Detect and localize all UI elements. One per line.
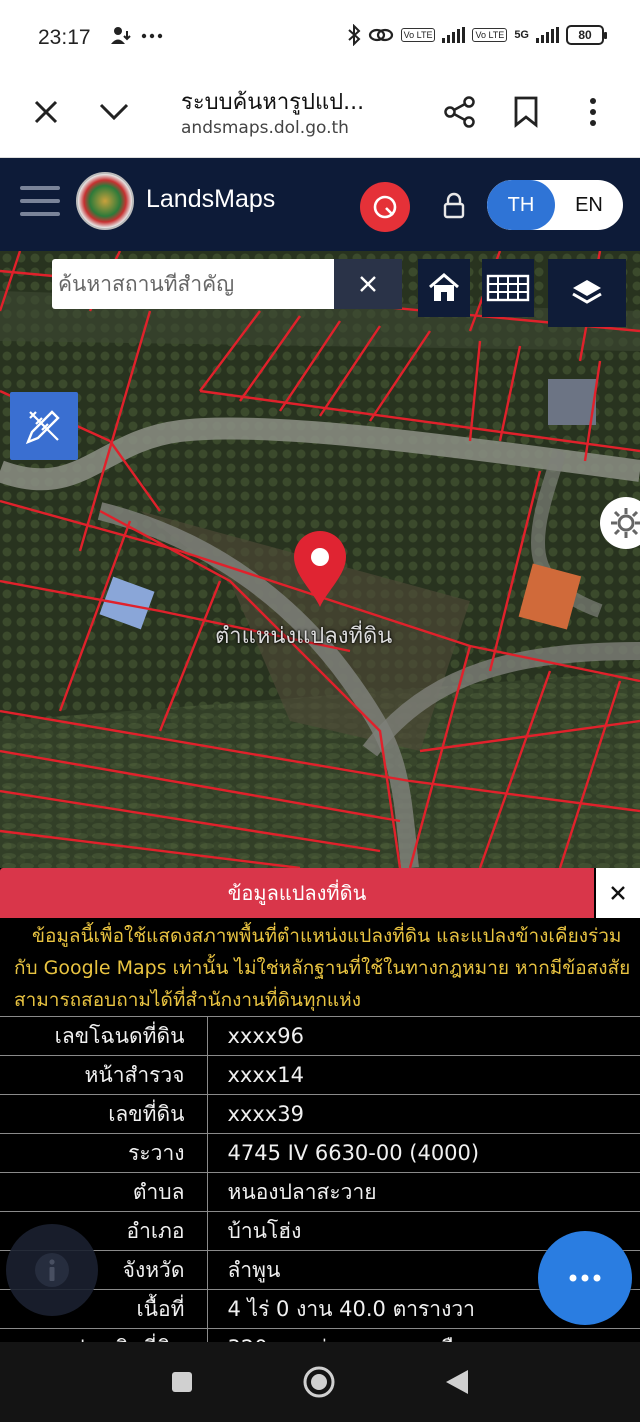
status-notification-icons — [108, 22, 164, 49]
search-button[interactable] — [360, 182, 410, 232]
more-dots-icon — [569, 1274, 601, 1282]
recent-apps-icon — [172, 1372, 192, 1392]
close-tab-button[interactable] — [26, 92, 66, 132]
home-view-button[interactable] — [418, 259, 470, 317]
lang-th-button[interactable]: TH — [487, 180, 555, 230]
link-icon — [368, 28, 393, 42]
info-row-label: ราคาประเมินที่ดิน — [0, 1328, 208, 1342]
network-type: 5G — [514, 29, 529, 41]
share-icon — [444, 96, 475, 128]
minimize-button[interactable] — [94, 92, 134, 132]
bookmark-button[interactable] — [506, 92, 546, 132]
info-icon — [35, 1253, 69, 1287]
place-search-box — [52, 259, 334, 309]
satellite-map[interactable]: ตำแหน่งแปลงที่ดิน — [0, 251, 640, 868]
kebab-menu-icon — [590, 98, 596, 126]
back-nav-button[interactable] — [437, 1362, 477, 1402]
info-row-value: 320 บาทต่อตารางวา หรือตารางเมตร — [207, 1328, 640, 1342]
info-row-value: หนองปลาสะวาย — [207, 1172, 640, 1212]
info-row: เลขที่ดิน xxxx39 — [0, 1094, 640, 1134]
layers-icon — [572, 280, 602, 304]
browser-page-title: ระบบค้นหารูปแป... — [181, 90, 365, 115]
share-button[interactable] — [440, 92, 480, 132]
info-row-label: หน้าสำรวจ — [0, 1055, 208, 1095]
panel-close-button[interactable] — [596, 868, 640, 918]
info-row: อำเภอ บ้านโฮ่ง — [0, 1211, 640, 1251]
info-row: เลขโฉนดที่ดิน xxxx96 — [0, 1016, 640, 1056]
search-icon — [373, 195, 397, 219]
info-row-label: ตำบล — [0, 1172, 208, 1212]
app-header: LandsMaps TH EN — [0, 158, 640, 251]
chevron-down-icon — [99, 103, 129, 121]
more-actions-fab[interactable] — [538, 1231, 632, 1325]
pencil-ruler-icon — [25, 410, 60, 445]
volte-badge-1: Vo LTE — [400, 28, 436, 42]
info-row-label: ระวาง — [0, 1133, 208, 1173]
close-icon — [611, 886, 625, 900]
info-button[interactable] — [6, 1224, 98, 1316]
more-dots-icon — [142, 33, 163, 38]
info-row: หน้าสำรวจ xxxx14 — [0, 1055, 640, 1095]
browser-url[interactable]: andsmaps.dol.go.th — [181, 118, 349, 138]
overflow-menu-button[interactable] — [573, 92, 613, 132]
volte-badge-2: Vo LTE — [472, 28, 508, 42]
brand-name: LandsMaps — [146, 185, 276, 213]
person-download-icon — [111, 26, 131, 44]
signal-icon — [442, 27, 466, 43]
info-row-label: เลขที่ดิน — [0, 1094, 208, 1134]
info-row-value: xxxx14 — [207, 1055, 640, 1095]
disclaimer-text: ข้อมูลนี้เพื่อใช้แสดงสภาพพื้นที่ตำแหน่งแ… — [0, 920, 640, 1016]
close-icon — [34, 100, 58, 124]
info-row-label: เลขโฉนดที่ดิน — [0, 1016, 208, 1056]
layers-button[interactable] — [548, 259, 626, 327]
language-toggle: TH EN — [487, 180, 623, 230]
panel-title: ข้อมูลแปลงที่ดิน — [0, 868, 594, 918]
browser-toolbar: ระบบค้นหารูปแป... andsmaps.dol.go.th — [0, 78, 640, 158]
draw-measure-button[interactable] — [10, 392, 78, 460]
clear-search-button[interactable] — [334, 259, 402, 309]
gear-icon — [611, 508, 640, 538]
info-row: ตำบล หนองปลาสะวาย — [0, 1172, 640, 1212]
department-seal-logo — [76, 172, 134, 230]
info-row-value: xxxx39 — [207, 1094, 640, 1134]
grid-icon — [486, 274, 530, 302]
home-nav-button[interactable] — [299, 1362, 339, 1402]
home-icon — [429, 273, 459, 301]
info-row-value: 4745 IV 6630-00 (4000) — [207, 1133, 640, 1173]
hamburger-menu-button[interactable] — [20, 186, 60, 220]
status-right-icons: Vo LTE Vo LTE 5G 80 — [347, 24, 607, 46]
pin-label: ตำแหน่งแปลงที่ดิน — [215, 624, 393, 649]
info-row: ระวาง 4745 IV 6630-00 (4000) — [0, 1133, 640, 1173]
bluetooth-icon — [347, 24, 361, 46]
grid-toggle-button[interactable] — [482, 259, 534, 317]
system-navigation-bar — [0, 1342, 640, 1422]
home-circle-icon — [303, 1366, 335, 1398]
info-row: ราคาประเมินที่ดิน320 บาทต่อตารางวา หรือต… — [0, 1328, 640, 1342]
bookmark-icon — [514, 96, 538, 128]
battery-icon: 80 — [566, 25, 607, 45]
lang-en-button[interactable]: EN — [555, 180, 623, 230]
status-bar: 23:17 Vo LTE Vo LTE 5G 80 — [0, 0, 640, 78]
place-search-input[interactable] — [58, 272, 334, 296]
info-row-value: xxxx96 — [207, 1016, 640, 1056]
lock-icon — [443, 192, 465, 219]
back-icon — [446, 1370, 468, 1394]
close-icon — [360, 276, 376, 292]
signal-icon — [536, 27, 559, 43]
recent-apps-button[interactable] — [162, 1362, 202, 1402]
login-button[interactable] — [436, 188, 472, 224]
map-pin-icon[interactable] — [291, 529, 349, 609]
status-time: 23:17 — [38, 26, 91, 49]
disclaimer-body: ข้อมูลนี้เพื่อใช้แสดงสภาพพื้นที่ตำแหน่งแ… — [14, 925, 631, 1011]
